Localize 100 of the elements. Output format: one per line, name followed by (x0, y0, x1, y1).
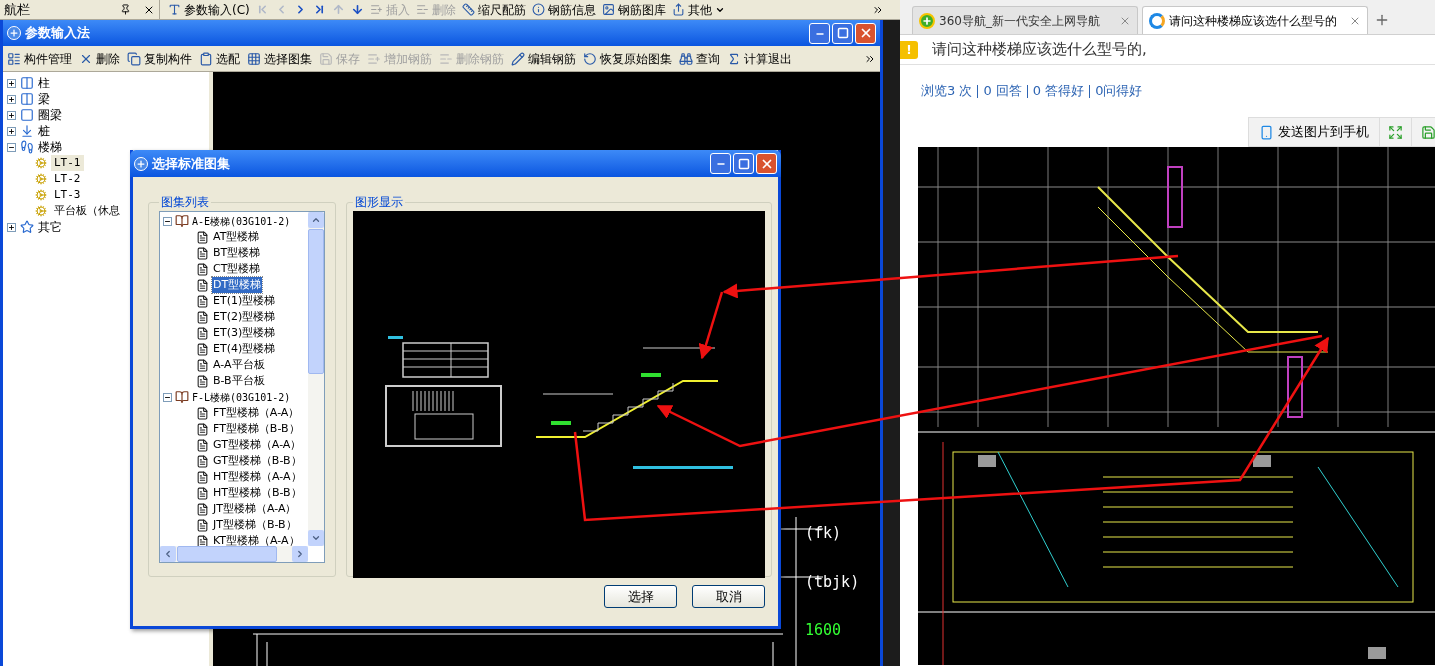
pin-icon[interactable] (120, 4, 131, 15)
dialog-title: 选择标准图集 (152, 154, 230, 173)
tree-item[interactable]: 其它 (38, 218, 62, 236)
send-to-phone-button[interactable]: 发送图片到手机 (1249, 118, 1380, 146)
plus-icon (8, 127, 15, 135)
tree-item[interactable]: DT型楼梯 (212, 276, 263, 294)
expand-toggle[interactable] (7, 222, 16, 232)
tree-item[interactable]: 楼梯 (38, 138, 62, 156)
collapse-toggle[interactable] (163, 392, 172, 402)
scrollbar-thumb[interactable] (177, 546, 277, 562)
tree-item[interactable]: GT型楼梯（B-B） (212, 452, 303, 470)
scroll-up-button[interactable] (308, 212, 324, 228)
tree-item[interactable]: ET(1)型楼梯 (212, 292, 277, 310)
plus-icon (8, 95, 15, 103)
gear-icon (35, 157, 47, 169)
toolbar-button[interactable]: 缩尺配筋 (461, 0, 526, 19)
panel-title: 航栏 (4, 0, 30, 19)
toolbar-button[interactable]: 删除 (79, 49, 120, 68)
document-icon (196, 310, 209, 324)
tree-item[interactable]: 柱 (38, 74, 50, 92)
browser-tab[interactable]: 360导航_新一代安全上网导航 (912, 6, 1138, 34)
tree-item[interactable]: 梁 (38, 90, 50, 108)
document-icon (196, 518, 209, 532)
scroll-left-button[interactable] (160, 546, 176, 562)
maximize-button[interactable] (733, 153, 754, 174)
document-icon (196, 406, 209, 420)
tree-item[interactable]: AT型楼梯 (212, 228, 261, 246)
new-tab-icon[interactable] (1374, 12, 1390, 28)
stat-link[interactable]: 0 答得好 (1032, 81, 1085, 101)
toolbar-button[interactable]: 钢筋信息 (531, 0, 596, 19)
tree-item[interactable]: 桩 (38, 122, 50, 140)
tree-item[interactable]: FT型楼梯（A-A） (212, 404, 301, 422)
tree-item[interactable]: F-L楼梯(03G101-2) (192, 389, 291, 405)
tree-item[interactable]: ET(4)型楼梯 (212, 340, 277, 358)
drawing-label: (tbjk) (805, 571, 860, 593)
dialog-button[interactable]: 取消 (692, 585, 765, 608)
close-button[interactable] (756, 153, 777, 174)
tree-item[interactable]: 平台板（休息 (51, 202, 123, 220)
tree-item[interactable]: ET(2)型楼梯 (212, 308, 277, 326)
tree-item[interactable]: BT型楼梯 (212, 244, 262, 262)
beam-icon (20, 92, 34, 106)
collapse-toggle[interactable] (163, 216, 172, 226)
expand-toggle[interactable] (7, 110, 16, 120)
expand-toggle[interactable] (7, 78, 16, 88)
tree-item[interactable]: LT-2 (51, 170, 84, 188)
toolbar-button[interactable]: 构件管理 (7, 49, 72, 68)
tree-item[interactable]: FT型楼梯（B-B） (212, 420, 301, 438)
minimize-button[interactable] (710, 153, 731, 174)
toolbar-button[interactable]: 查询 (679, 49, 720, 68)
dialog-button[interactable]: 选择 (604, 585, 677, 608)
toolbar-button[interactable]: 选配 (199, 49, 240, 68)
document-icon (196, 326, 209, 340)
toolbar-button[interactable]: 计算退出 (727, 49, 792, 68)
tree-item[interactable]: LT-1 (51, 154, 84, 172)
toolbar-button[interactable]: 恢复原始图集 (583, 49, 672, 68)
tree-item[interactable]: ET(3)型楼梯 (212, 324, 277, 342)
collapse-toggle[interactable] (7, 142, 16, 152)
clipboard-icon (199, 51, 213, 66)
document-icon (196, 294, 209, 308)
toolbar-button[interactable]: 选择图集 (247, 49, 312, 68)
tree-item[interactable]: 圈梁 (38, 106, 62, 124)
toolbar-button[interactable]: 复制构件 (127, 49, 192, 68)
scroll-right-button[interactable] (292, 546, 308, 562)
scrollbar-thumb[interactable] (308, 229, 324, 374)
scroll-down-button[interactable] (308, 530, 324, 546)
toolbar-button[interactable]: 参数输入(C) (168, 0, 250, 19)
tree-item[interactable]: GT型楼梯（A-A） (212, 436, 303, 454)
tree-item[interactable]: JT型楼梯（A-A） (212, 500, 298, 518)
tree-item[interactable]: B-B平台板 (212, 372, 266, 390)
tree-item[interactable]: HT型楼梯（B-B） (212, 484, 303, 502)
ruler-icon (461, 3, 475, 16)
stat-link[interactable]: 0 回答 (983, 81, 1022, 101)
picture-icon (601, 3, 615, 16)
stat-link[interactable]: 0问得好 (1095, 81, 1143, 101)
browser-tab[interactable]: 请问这种楼梯应该选什么型号的 (1142, 6, 1368, 34)
alert-badge: ! (900, 40, 918, 59)
tree-item[interactable]: JT型楼梯（B-B） (212, 516, 298, 534)
toolbar-button[interactable]: 其他 (671, 0, 725, 19)
minimize-button[interactable] (809, 22, 830, 44)
tree-item[interactable]: A-A平台板 (212, 356, 266, 374)
expand-toggle[interactable] (7, 94, 16, 104)
binoculars-icon (679, 51, 693, 66)
tree-item[interactable]: CT型楼梯 (212, 260, 262, 278)
stat-link[interactable]: 浏览3 次 (921, 81, 973, 101)
toolbar-button[interactable]: 钢筋图库 (601, 0, 666, 19)
tree-item[interactable]: LT-3 (51, 186, 84, 204)
toolbar-button[interactable]: 编辑钢筋 (511, 49, 576, 68)
move-down-button[interactable] (350, 3, 364, 16)
close-button[interactable] (855, 22, 876, 44)
gear-icon (35, 189, 47, 201)
tree-item[interactable]: A-E楼梯(03G101-2) (192, 213, 291, 229)
document-icon (196, 358, 209, 372)
list-plus-icon (367, 51, 381, 66)
maximize-button[interactable] (832, 22, 853, 44)
group-label: 图形显示 (354, 194, 404, 211)
expand-toggle[interactable] (7, 126, 16, 136)
tab-title: 360导航_新一代安全上网导航 (939, 12, 1101, 30)
tree-item[interactable]: HT型楼梯（A-A） (212, 468, 303, 486)
tree-item[interactable]: KT型楼梯（A-A） (212, 532, 301, 546)
document-icon (196, 422, 209, 436)
